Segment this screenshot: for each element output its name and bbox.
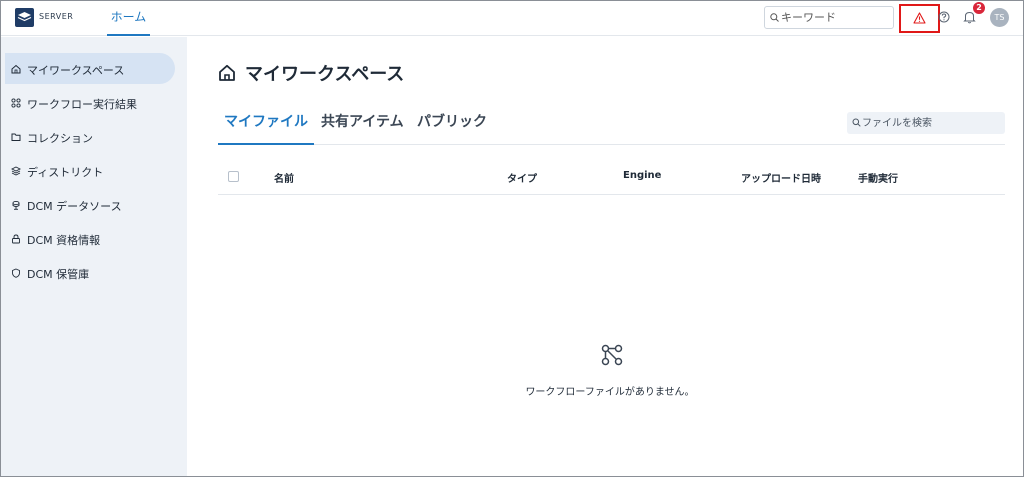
table-header: 名前 タイプ Engine アップロード日時 手動実行 (218, 158, 1005, 195)
search-input[interactable] (781, 8, 891, 27)
file-search[interactable] (847, 112, 1005, 134)
sidebar-item-label: DCM 保管庫 (27, 268, 90, 281)
help-icon[interactable] (938, 11, 950, 23)
search-icon (852, 118, 861, 127)
sidebar-item-dcm-vault[interactable]: DCM 保管庫 (5, 257, 175, 288)
tab-my-files[interactable]: マイファイル (218, 107, 314, 145)
sidebar-item-districts[interactable]: ディストリクト (5, 155, 175, 186)
sidebar-item-label: DCM 資格情報 (27, 234, 101, 247)
sidebar-item-dcm-credentials[interactable]: DCM 資格情報 (5, 223, 175, 254)
workflow-icon (11, 98, 21, 108)
sidebar-item-label: DCM データソース (27, 200, 122, 213)
sidebar-item-label: ディストリクト (27, 166, 104, 179)
folder-icon (11, 133, 21, 141)
logo-icon (17, 12, 32, 22)
column-header-name[interactable]: 名前 (274, 170, 294, 185)
sidebar-item-workflow-results[interactable]: ワークフロー実行結果 (5, 87, 175, 118)
file-search-input[interactable] (862, 114, 1000, 132)
workflow-icon (601, 344, 623, 366)
sidebar-item-label: マイワークスペース (27, 64, 125, 77)
sidebar-item-my-workspace[interactable]: マイワークスペース (5, 53, 175, 84)
warning-icon (913, 12, 926, 24)
shield-icon (12, 268, 20, 278)
home-icon (11, 64, 21, 74)
tab-home[interactable]: ホーム (107, 0, 150, 36)
top-bar: SERVER ホーム 2 TS (0, 0, 1024, 36)
app-logo[interactable] (15, 8, 34, 27)
page-title: マイワークスペース (245, 64, 405, 85)
select-all-checkbox[interactable] (228, 171, 239, 182)
empty-state-message: ワークフローファイルがありません。 (525, 387, 695, 398)
column-header-manual-run[interactable]: 手動実行 (858, 170, 898, 185)
sidebar: マイワークスペース ワークフロー実行結果 コレクション ディストリクト DCM … (1, 37, 187, 476)
brand-name: SERVER (39, 12, 74, 21)
column-header-engine[interactable]: Engine (623, 170, 661, 181)
search-icon (770, 13, 779, 22)
notification-badge: 2 (973, 2, 985, 14)
avatar[interactable]: TS (990, 8, 1009, 27)
lock-icon (12, 234, 20, 244)
column-header-upload-date[interactable]: アップロード日時 (741, 170, 821, 185)
tab-shared-items[interactable]: 共有アイテム (321, 107, 404, 145)
sidebar-item-label: コレクション (27, 132, 93, 145)
keyword-search[interactable] (764, 6, 894, 29)
layers-icon (11, 166, 21, 176)
alert-button[interactable] (899, 4, 940, 33)
home-icon (219, 64, 235, 81)
sidebar-item-collections[interactable]: コレクション (5, 121, 175, 152)
sidebar-item-label: ワークフロー実行結果 (27, 98, 137, 111)
sidebar-item-dcm-datasources[interactable]: DCM データソース (5, 189, 175, 220)
datasource-icon (12, 200, 20, 210)
tab-public[interactable]: パブリック (417, 107, 487, 145)
column-header-type[interactable]: タイプ (507, 170, 537, 185)
